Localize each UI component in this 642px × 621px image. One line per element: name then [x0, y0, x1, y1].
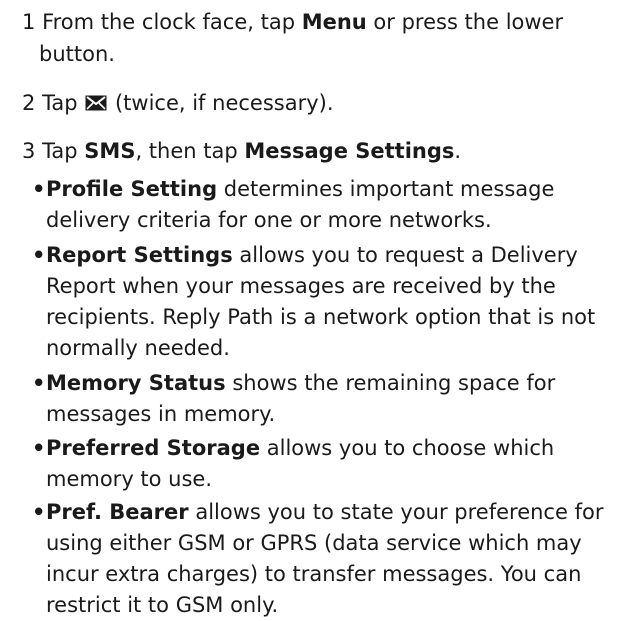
- step-3-number: 3: [22, 139, 36, 163]
- bullet-desc: allows you to choose which: [260, 436, 555, 460]
- step-1-text-post: or press the lower: [366, 10, 564, 34]
- bullet-term: Profile Setting: [46, 177, 218, 201]
- bullet-desc: shows the remaining space for: [225, 371, 556, 395]
- bullet-glyph: •: [32, 436, 46, 460]
- step-3-text-pre: Tap: [42, 139, 85, 163]
- step-2: 2 Tap (twice, if necessary).: [22, 87, 634, 119]
- bullet-glyph: •: [32, 371, 46, 395]
- step-3-bold-message-settings: Message Settings: [244, 139, 455, 163]
- bullet-desc: allows you to request a Delivery: [232, 243, 578, 267]
- step-2-number: 2: [22, 91, 36, 115]
- bullet-term: Pref. Bearer: [46, 500, 189, 524]
- bullet-preferred-storage-line-1: Preferred Storage allows you to choose w…: [32, 433, 642, 464]
- bullet-line: recipients. Reply Path is a network opti…: [46, 305, 596, 329]
- bullet-report-settings: • Report Settings allows you to request …: [32, 240, 642, 364]
- bullet-preferred-storage: • Preferred Storage allows you to choose…: [32, 433, 642, 495]
- instruction-page: 1 From the clock face, tap Menu or press…: [0, 0, 642, 617]
- bullet-desc: allows you to state your preference for: [188, 500, 604, 524]
- bullet-term: Memory Status: [46, 371, 226, 395]
- bullet-profile-setting: • Profile Setting determines important m…: [32, 174, 642, 236]
- bullet-report-settings-line-1: Report Settings allows you to request a …: [32, 240, 642, 271]
- bullet-line: messages in memory.: [46, 402, 276, 426]
- bullet-line: using either GSM or GPRS (data service w…: [46, 531, 582, 555]
- step-2-text-post: (twice, if necessary).: [108, 91, 334, 115]
- bullet-memory-status: • Memory Status shows the remaining spac…: [32, 368, 642, 430]
- step-1-bold-menu: Menu: [301, 10, 367, 34]
- bullet-pref-bearer: • Pref. Bearer allows you to state your …: [32, 497, 642, 621]
- step-1: 1 From the clock face, tap Menu or press…: [22, 6, 634, 70]
- bullet-glyph: •: [32, 243, 46, 267]
- bullet-memory-status-line-1: Memory Status shows the remaining space …: [32, 368, 642, 399]
- step-2-text-pre: Tap: [42, 91, 85, 115]
- bullet-line: normally needed.: [46, 336, 230, 360]
- step-1-text-pre: From the clock face, tap: [42, 10, 302, 34]
- envelope-icon: [85, 95, 107, 111]
- bullet-term: Preferred Storage: [46, 436, 261, 460]
- step-1-number: 1: [22, 10, 36, 34]
- step-1-line-2: button.: [39, 42, 115, 66]
- step-3-bold-sms: SMS: [84, 139, 136, 163]
- bullet-glyph: •: [32, 500, 46, 524]
- bullet-pref-bearer-line-1: Pref. Bearer allows you to state your pr…: [32, 497, 642, 528]
- bullet-term: Report Settings: [46, 243, 233, 267]
- step-3-text-mid: , then tap: [135, 139, 245, 163]
- bullet-line: restrict it to GSM only.: [46, 593, 279, 617]
- bullet-line: incur extra charges) to transfer message…: [46, 562, 582, 586]
- bullet-line: Report when your messages are received b…: [46, 274, 556, 298]
- bullet-line: memory to use.: [46, 467, 213, 491]
- step-3: 3 Tap SMS, then tap Message Settings.: [22, 135, 634, 167]
- bullet-line: delivery criteria for one or more networ…: [46, 208, 492, 232]
- step-3-text-post: .: [454, 139, 462, 163]
- bullet-profile-setting-line-1: Profile Setting determines important mes…: [32, 174, 642, 205]
- bullet-desc: determines important message: [217, 177, 555, 201]
- bullet-glyph: •: [32, 177, 46, 201]
